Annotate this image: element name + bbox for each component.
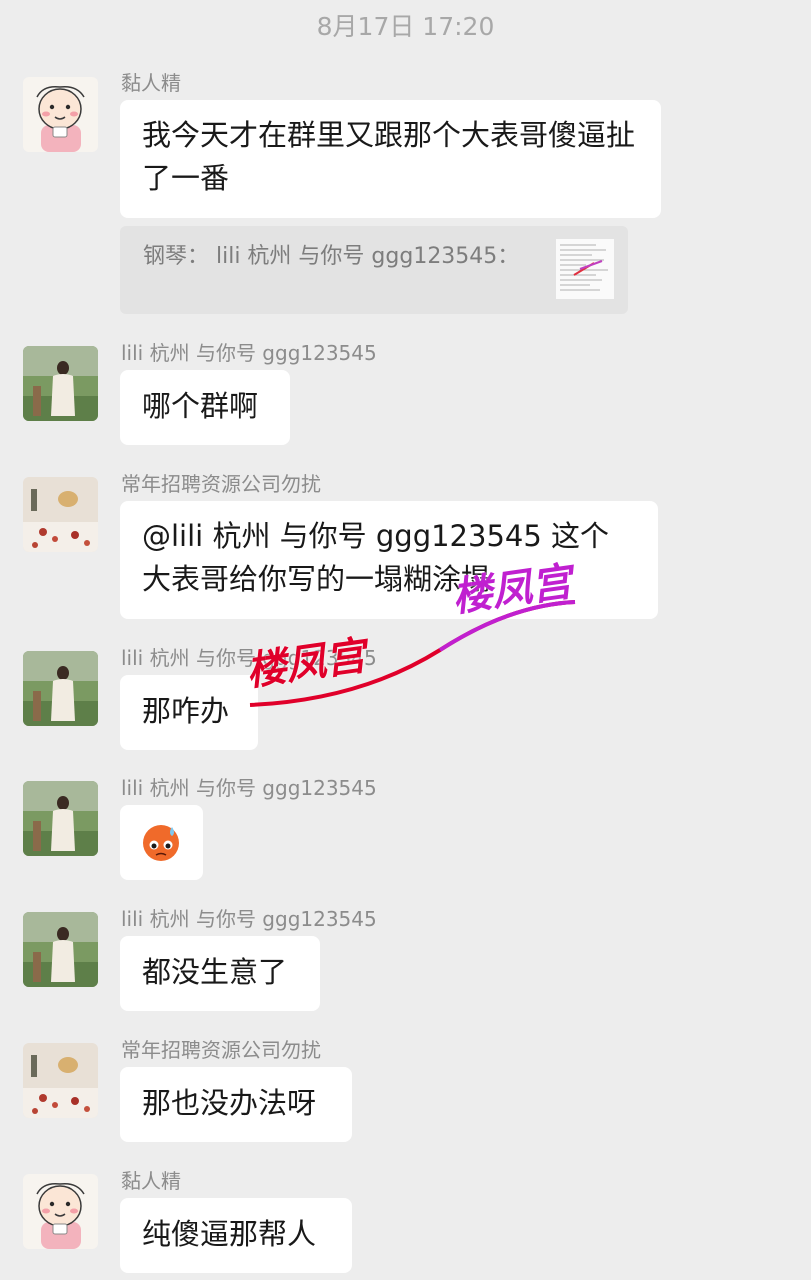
chat-message: 黏人精 我今天才在群里又跟那个大表哥傻逼扯了一番 钢琴： lili 杭州 与你号… [0, 70, 811, 330]
chat-message: lili 杭州 与你号 ggg123545 都没生意了 [0, 906, 811, 1016]
sender-name: 黏人精 [121, 1169, 181, 1193]
chat-message: lili 杭州 与你号 ggg123545 [0, 775, 811, 885]
girl-photo-avatar[interactable] [23, 346, 98, 421]
chat-message: 常年招聘资源公司勿扰 @lili 杭州 与你号 ggg123545 这个大表哥给… [0, 471, 811, 621]
message-bubble[interactable]: 哪个群啊 [120, 370, 290, 445]
sweating-face-emoji [143, 825, 179, 861]
girl-photo-avatar[interactable] [23, 912, 98, 987]
message-bubble[interactable]: 都没生意了 [120, 936, 320, 1011]
girl-photo-avatar[interactable] [23, 651, 98, 726]
sender-name: lili 杭州 与你号 ggg123545 [121, 776, 377, 800]
sender-name: 常年招聘资源公司勿扰 [121, 1038, 321, 1062]
girl-photo-avatar[interactable] [23, 781, 98, 856]
sender-name: 黏人精 [121, 71, 181, 95]
sender-name: lili 杭州 与你号 ggg123545 [121, 341, 377, 365]
message-bubble[interactable]: 我今天才在群里又跟那个大表哥傻逼扯了一番 [120, 100, 661, 218]
chat-message: lili 杭州 与你号 ggg123545 那咋办 [0, 645, 811, 755]
message-bubble[interactable]: 纯傻逼那帮人 [120, 1198, 352, 1273]
chat-message: 黏人精 纯傻逼那帮人 [0, 1168, 811, 1280]
quoted-image-thumbnail[interactable] [556, 239, 614, 299]
message-bubble[interactable]: 那咋办 [120, 675, 258, 750]
message-bubble[interactable] [120, 805, 203, 880]
sender-name: lili 杭州 与你号 ggg123545 [121, 646, 377, 670]
message-bubble[interactable]: @lili 杭州 与你号 ggg123545 这个大表哥给你写的一塌糊涂塌 [120, 501, 658, 619]
quote-text: 钢琴： lili 杭州 与你号 ggg123545： [143, 244, 520, 269]
sender-name: 常年招聘资源公司勿扰 [121, 472, 321, 496]
chat-message: lili 杭州 与你号 ggg123545 哪个群啊 [0, 340, 811, 450]
sender-name: lili 杭州 与你号 ggg123545 [121, 907, 377, 931]
message-bubble[interactable]: 那也没办法呀 [120, 1067, 352, 1142]
chat-timestamp: 8月17日 17:20 [316, 12, 495, 41]
chat-message: 常年招聘资源公司勿扰 那也没办法呀 [0, 1037, 811, 1147]
quoted-message[interactable]: 钢琴： lili 杭州 与你号 ggg123545： [120, 226, 628, 314]
flowers-photo-avatar[interactable] [23, 1043, 98, 1118]
flowers-photo-avatar[interactable] [23, 477, 98, 552]
cartoon-avatar[interactable] [23, 1174, 98, 1249]
cartoon-avatar[interactable] [23, 77, 98, 152]
